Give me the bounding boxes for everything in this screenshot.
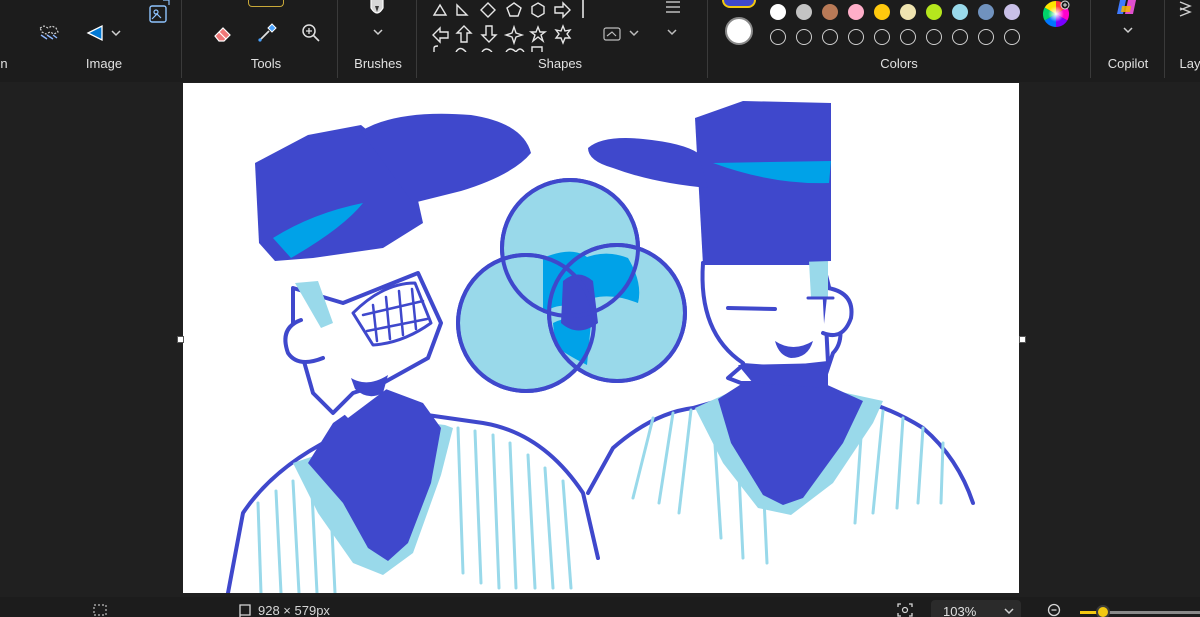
color-swatch[interactable] <box>978 4 994 20</box>
custom-color-slot[interactable] <box>796 29 812 45</box>
chevron-down-icon[interactable] <box>666 24 678 42</box>
copilot-icon[interactable] <box>1114 0 1140 18</box>
custom-color-slot[interactable] <box>952 29 968 45</box>
group-separator <box>1164 0 1165 78</box>
resize-image-icon[interactable] <box>146 0 172 24</box>
group-separator <box>416 0 417 78</box>
ribbon-toolbar: n Image Tools Brushes Shapes Colors Copi… <box>0 0 1200 83</box>
color-swatch[interactable] <box>1004 4 1020 20</box>
brushes-group-label: Brushes <box>354 56 402 71</box>
shape-fill-icon[interactable] <box>600 20 626 46</box>
color-swatch[interactable] <box>900 4 916 20</box>
custom-color-slot[interactable] <box>926 29 942 45</box>
custom-color-slot[interactable] <box>822 29 838 45</box>
copilot-group-label: Copilot <box>1107 56 1149 71</box>
zoom-dropdown[interactable]: 103% <box>931 600 1021 617</box>
primary-color-indicator[interactable] <box>722 0 756 8</box>
zoom-value: 103% <box>943 604 977 617</box>
zoom-slider-thumb[interactable] <box>1096 605 1110 617</box>
artwork <box>226 101 975 593</box>
eraser-icon[interactable] <box>210 20 236 46</box>
custom-color-slot[interactable] <box>900 29 916 45</box>
colors-group-label: Colors <box>880 56 918 71</box>
color-picker-icon[interactable] <box>254 20 280 46</box>
zoom-out-icon[interactable] <box>1047 603 1063 617</box>
tools-group-label: Tools <box>250 56 282 71</box>
canvas-size-icon <box>238 603 252 617</box>
secondary-color-swatch[interactable] <box>725 17 753 45</box>
selection-transparent-icon[interactable] <box>36 20 62 46</box>
color-swatch[interactable] <box>952 4 968 20</box>
selection-icon[interactable] <box>93 604 107 617</box>
canvas-resize-handle-right[interactable] <box>1019 336 1026 343</box>
magnifier-icon[interactable] <box>298 20 324 46</box>
chevron-down-icon[interactable] <box>372 24 384 42</box>
rotate-flip-icon[interactable] <box>83 20 109 46</box>
group-separator <box>181 0 182 78</box>
active-tool-indicator <box>248 0 284 7</box>
group-separator <box>1090 0 1091 78</box>
image-group-label: Image <box>85 56 123 71</box>
custom-color-slot[interactable] <box>848 29 864 45</box>
color-swatch[interactable] <box>822 4 838 20</box>
canvas-size-text: 928 × 579px <box>258 603 330 617</box>
canvas-resize-handle-left[interactable] <box>177 336 184 343</box>
custom-color-slot[interactable] <box>770 29 786 45</box>
outline-size-icon[interactable] <box>660 0 686 18</box>
chevron-down-icon <box>1003 603 1015 617</box>
shapes-group-label: Shapes <box>537 56 583 71</box>
color-swatch[interactable] <box>848 4 864 20</box>
group-separator <box>337 0 338 78</box>
custom-color-slot[interactable] <box>1004 29 1020 45</box>
fit-to-window-icon[interactable] <box>897 603 913 617</box>
shapes-gallery[interactable] <box>426 0 586 54</box>
chevron-down-icon[interactable] <box>628 25 640 43</box>
color-swatch[interactable] <box>926 4 942 20</box>
color-swatch[interactable] <box>770 4 786 20</box>
chevron-down-icon[interactable] <box>110 25 122 43</box>
custom-color-slot[interactable] <box>874 29 890 45</box>
chevron-down-icon[interactable] <box>1122 22 1134 40</box>
color-swatch[interactable] <box>796 4 812 20</box>
group-separator <box>707 0 708 78</box>
drawing-canvas[interactable] <box>183 83 1019 593</box>
custom-color-slot[interactable] <box>978 29 994 45</box>
paint-app-window: n Image Tools Brushes Shapes Colors Copi… <box>0 0 1200 617</box>
layers-icon[interactable] <box>1176 0 1200 20</box>
brush-icon[interactable] <box>364 0 390 20</box>
ribbon-cut-label: n <box>0 56 8 71</box>
color-swatch[interactable] <box>874 4 890 20</box>
layers-group-label: Lay <box>1179 56 1200 71</box>
edit-colors-icon[interactable] <box>1042 0 1072 28</box>
